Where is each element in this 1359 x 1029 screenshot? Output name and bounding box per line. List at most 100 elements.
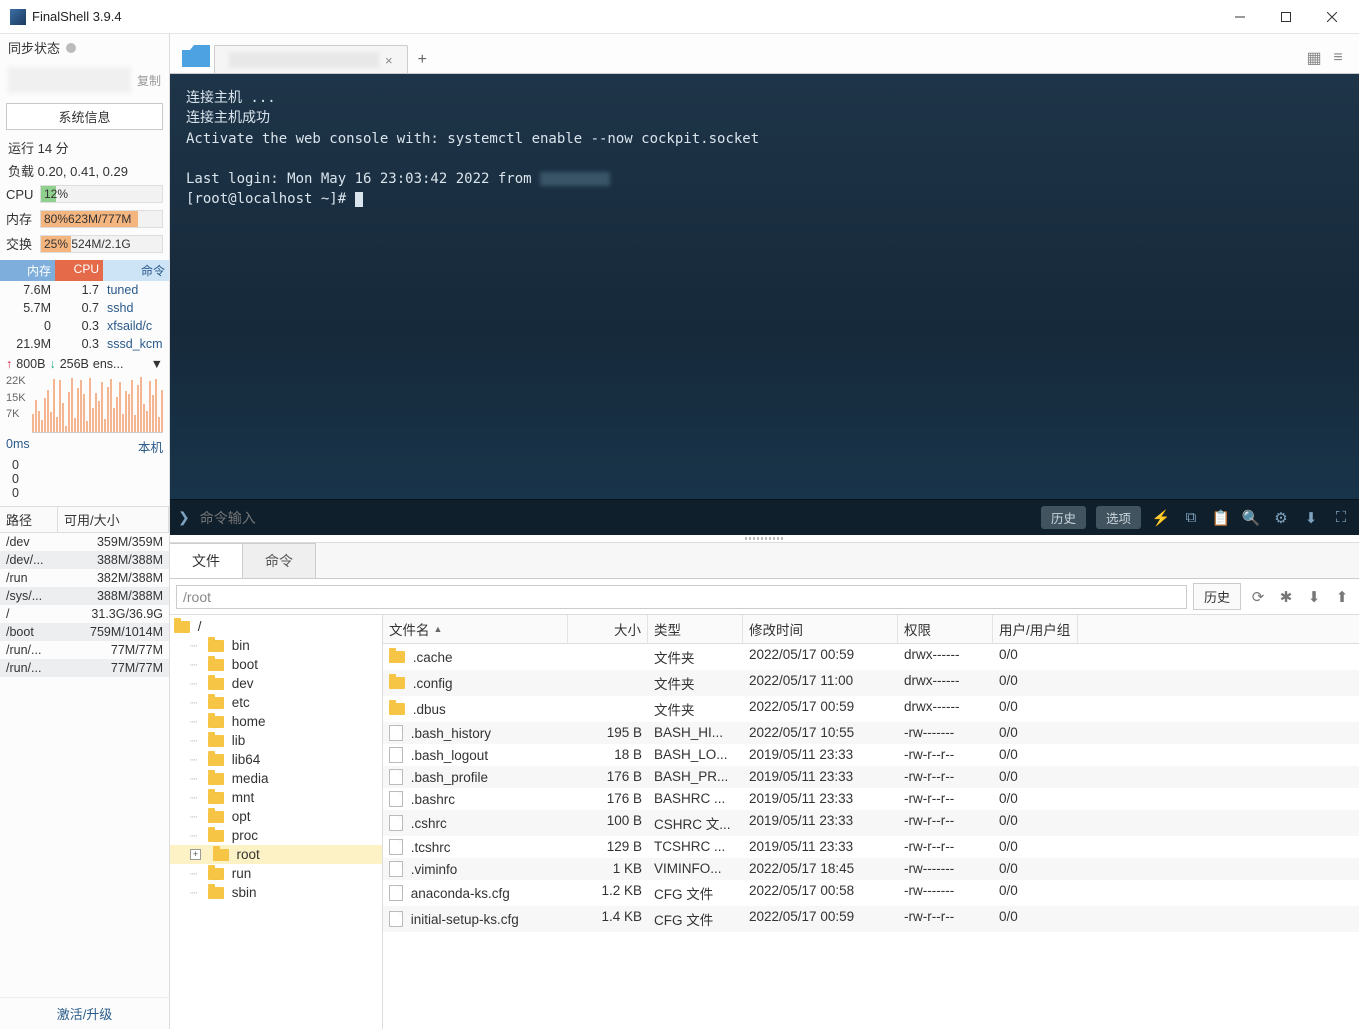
file-row[interactable]: .bash_history195 BBASH_HI...2022/05/17 1… <box>383 722 1359 744</box>
upload-file-icon[interactable]: ⬆ <box>1331 588 1353 606</box>
new-folder-icon[interactable]: ✱ <box>1275 588 1297 606</box>
file-list[interactable]: 文件名 ▲ 大小 类型 修改时间 权限 用户/用户组 .cache文件夹2022… <box>383 615 1359 1029</box>
col-type[interactable]: 类型 <box>648 615 743 643</box>
network-row[interactable]: ↑800B ↓256B ens... ▼ <box>0 353 169 371</box>
disk-row[interactable]: /run382M/388M <box>0 569 169 587</box>
session-tab-active[interactable]: × <box>214 45 408 73</box>
tree-item-lib[interactable]: ┈ lib <box>170 731 382 750</box>
list-view-icon[interactable]: ≡ <box>1329 49 1347 67</box>
file-row[interactable]: .dbus文件夹2022/05/17 00:59drwx------0/0 <box>383 696 1359 722</box>
tree-item-run[interactable]: ┈ run <box>170 864 382 883</box>
tree-item-dev[interactable]: ┈ dev <box>170 674 382 693</box>
paste-icon[interactable]: 📋 <box>1211 509 1231 527</box>
copy-icon[interactable]: ⧉ <box>1181 509 1201 526</box>
col-perm[interactable]: 权限 <box>898 615 993 643</box>
expand-icon[interactable]: + <box>190 849 201 860</box>
directory-tree[interactable]: /┈ bin┈ boot┈ dev┈ etc┈ home┈ lib┈ lib64… <box>170 615 383 1029</box>
file-row[interactable]: .tcshrc129 BTCSHRC ...2019/05/11 23:33-r… <box>383 836 1359 858</box>
col-date[interactable]: 修改时间 <box>743 615 898 643</box>
tree-item-media[interactable]: ┈ media <box>170 769 382 788</box>
file-row[interactable]: .config文件夹2022/05/17 11:00drwx------0/0 <box>383 670 1359 696</box>
connections-icon[interactable] <box>182 45 210 67</box>
dropdown-icon[interactable]: ▼ <box>151 357 163 371</box>
tree-root[interactable]: / <box>170 617 382 636</box>
col-path[interactable]: 路径 <box>0 507 58 532</box>
col-name[interactable]: 文件名 ▲ <box>383 615 568 643</box>
file-row[interactable]: .bash_logout18 BBASH_LO...2019/05/11 23:… <box>383 744 1359 766</box>
process-row[interactable]: 7.6M1.7tuned <box>0 281 169 299</box>
mem-row: 内存80%623M/777M <box>0 206 169 231</box>
gear-icon[interactable]: ⚙ <box>1271 509 1291 527</box>
history-button[interactable]: 历史 <box>1041 506 1086 529</box>
file-row[interactable]: initial-setup-ks.cfg1.4 KBCFG 文件2022/05/… <box>383 906 1359 932</box>
refresh-icon[interactable]: ⟳ <box>1247 588 1269 606</box>
options-button[interactable]: 选项 <box>1096 506 1141 529</box>
add-tab-button[interactable]: + <box>408 51 437 69</box>
disk-row[interactable]: /run/...77M/77M <box>0 659 169 677</box>
tab-files[interactable]: 文件 <box>170 543 243 578</box>
col-size[interactable]: 大小 <box>568 615 648 643</box>
tree-item-opt[interactable]: ┈ opt <box>170 807 382 826</box>
terminal[interactable]: 连接主机 ... 连接主机成功 Activate the web console… <box>170 74 1359 499</box>
file-icon <box>389 839 403 855</box>
file-icon <box>389 885 403 901</box>
file-row[interactable]: anaconda-ks.cfg1.2 KBCFG 文件2022/05/17 00… <box>383 880 1359 906</box>
activate-link[interactable]: 激活/升级 <box>0 997 169 1029</box>
tree-item-etc[interactable]: ┈ etc <box>170 693 382 712</box>
tree-item-boot[interactable]: ┈ boot <box>170 655 382 674</box>
process-row[interactable]: 00.3xfsaild/c <box>0 317 169 335</box>
path-history-button[interactable]: 历史 <box>1193 583 1241 610</box>
path-input[interactable] <box>176 585 1187 609</box>
tree-item-bin[interactable]: ┈ bin <box>170 636 382 655</box>
system-info-button[interactable]: 系统信息 <box>6 103 163 130</box>
file-row[interactable]: .cshrc100 BCSHRC 文...2019/05/11 23:33-rw… <box>383 810 1359 836</box>
process-row[interactable]: 5.7M0.7sshd <box>0 299 169 317</box>
file-list-header: 文件名 ▲ 大小 类型 修改时间 权限 用户/用户组 <box>383 615 1359 644</box>
disk-row[interactable]: /boot759M/1014M <box>0 623 169 641</box>
tab-commands[interactable]: 命令 <box>243 543 316 578</box>
file-icon <box>389 725 403 741</box>
col-cmd[interactable]: 命令 <box>103 260 169 281</box>
disk-row[interactable]: /run/...77M/77M <box>0 641 169 659</box>
copy-button[interactable]: 复制 <box>131 72 161 89</box>
folder-icon <box>208 887 224 899</box>
disk-row[interactable]: /dev/...388M/388M <box>0 551 169 569</box>
tree-item-lib64[interactable]: ┈ lib64 <box>170 750 382 769</box>
close-button[interactable] <box>1309 1 1355 33</box>
fullscreen-icon[interactable]: ⛶ <box>1331 509 1351 526</box>
file-row[interactable]: .viminfo1 KBVIMINFO...2022/05/17 18:45-r… <box>383 858 1359 880</box>
file-toolbar: 历史 ⟳ ✱ ⬇ ⬆ <box>170 579 1359 615</box>
maximize-button[interactable] <box>1263 1 1309 33</box>
search-icon[interactable]: 🔍 <box>1241 509 1261 527</box>
bolt-icon[interactable]: ⚡ <box>1151 509 1171 527</box>
command-input[interactable] <box>200 510 1031 526</box>
minimize-button[interactable] <box>1217 1 1263 33</box>
download-icon[interactable]: ⬇ <box>1301 509 1321 527</box>
download-file-icon[interactable]: ⬇ <box>1303 588 1325 606</box>
tab-close-icon[interactable]: × <box>385 53 393 68</box>
file-row[interactable]: .bash_profile176 BBASH_PR...2019/05/11 2… <box>383 766 1359 788</box>
file-row[interactable]: .bashrc176 BBASHRC ...2019/05/11 23:33-r… <box>383 788 1359 810</box>
col-cpu[interactable]: CPU <box>55 260 103 281</box>
col-size[interactable]: 可用/大小 <box>58 507 169 532</box>
tree-item-root[interactable]: + root <box>170 845 382 864</box>
grid-view-icon[interactable]: ▦ <box>1305 49 1323 67</box>
col-mem[interactable]: 内存 <box>0 260 55 281</box>
process-row[interactable]: 21.9M0.3sssd_kcm <box>0 335 169 353</box>
zero-2: 0 <box>0 486 169 500</box>
folder-icon <box>389 651 405 663</box>
disk-row[interactable]: /31.3G/36.9G <box>0 605 169 623</box>
tree-item-mnt[interactable]: ┈ mnt <box>170 788 382 807</box>
tree-item-sbin[interactable]: ┈ sbin <box>170 883 382 902</box>
tree-item-proc[interactable]: ┈ proc <box>170 826 382 845</box>
file-row[interactable]: .cache文件夹2022/05/17 00:59drwx------0/0 <box>383 644 1359 670</box>
splitter-handle[interactable] <box>170 535 1359 543</box>
disk-row[interactable]: /dev359M/359M <box>0 533 169 551</box>
col-own[interactable]: 用户/用户组 <box>993 615 1078 643</box>
disk-row[interactable]: /sys/...388M/388M <box>0 587 169 605</box>
host-label-redacted <box>8 67 131 93</box>
sync-status: 同步状态 <box>0 34 169 61</box>
process-header: 内存 CPU 命令 <box>0 260 169 281</box>
process-table: 7.6M1.7tuned5.7M0.7sshd00.3xfsaild/c21.9… <box>0 281 169 353</box>
tree-item-home[interactable]: ┈ home <box>170 712 382 731</box>
